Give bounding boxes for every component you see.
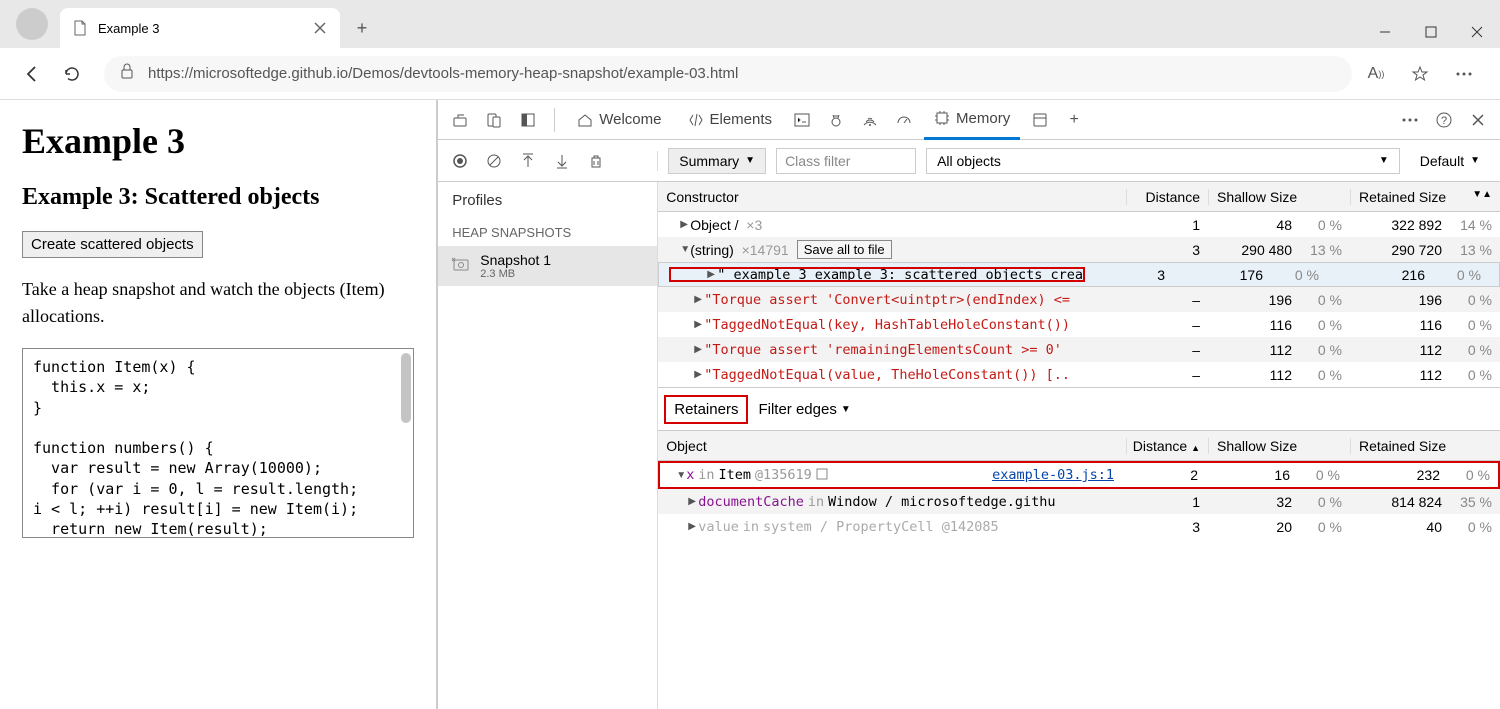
download-icon[interactable] <box>552 151 572 171</box>
browser-tab[interactable]: Example 3 <box>60 8 340 48</box>
col-object[interactable]: Object <box>658 438 1126 454</box>
create-objects-button[interactable]: Create scattered objects <box>22 231 203 258</box>
gc-icon[interactable] <box>586 151 606 171</box>
square-icon <box>816 467 828 483</box>
url-text: https://microsoftedge.github.io/Demos/de… <box>148 65 738 82</box>
sources-icon[interactable] <box>822 106 850 134</box>
back-button[interactable] <box>12 54 52 94</box>
heap-snapshots-label: HEAP SNAPSHOTS <box>438 219 657 246</box>
table-row[interactable]: ▶"Torque assert 'remainingElementsCount … <box>658 337 1500 362</box>
scrollbar-thumb[interactable] <box>401 353 411 423</box>
window-controls <box>1362 16 1500 48</box>
network-icon[interactable] <box>856 106 884 134</box>
favorite-icon[interactable] <box>1408 62 1432 86</box>
retainers-tab[interactable]: Retainers <box>664 395 748 424</box>
help-icon[interactable]: ? <box>1430 106 1458 134</box>
filter-edges[interactable]: Filter edges▼ <box>758 401 850 418</box>
retainers-table-header: Object Distance ▲ Shallow Size Retained … <box>658 431 1500 461</box>
table-row-selected[interactable]: ▶" example 3 example 3: scattered object… <box>658 262 1500 287</box>
memory-toolbar: Summary▼ Class filter All objects▼ Defau… <box>438 140 1500 182</box>
page-content: Example 3 Example 3: Scattered objects C… <box>0 100 437 709</box>
source-link[interactable]: example-03.js:1 <box>992 467 1114 483</box>
close-devtools-icon[interactable] <box>1464 106 1492 134</box>
col-constructor[interactable]: Constructor <box>658 189 1126 205</box>
table-row[interactable]: ▼(string) ×14791Save all to file 3290 48… <box>658 237 1500 262</box>
retainers-bar: Retainers Filter edges▼ <box>658 387 1500 431</box>
record-icon[interactable] <box>450 151 470 171</box>
new-tab-button[interactable]: + <box>346 12 378 44</box>
code-textarea[interactable]: function Item(x) { this.x = x; } functio… <box>22 348 414 538</box>
profiles-sidebar: Profiles HEAP SNAPSHOTS Snapshot 12.3 MB <box>438 182 658 709</box>
svg-text:?: ? <box>1441 115 1447 127</box>
devtools-tabbar: Welcome Elements Memory + ? <box>438 100 1500 140</box>
close-tab-icon[interactable] <box>314 21 328 35</box>
col-retained[interactable]: Retained Size▼▲ <box>1350 189 1500 205</box>
tab-welcome[interactable]: Welcome <box>567 100 671 140</box>
close-window-button[interactable] <box>1454 16 1500 48</box>
profile-avatar[interactable] <box>16 8 48 40</box>
address-bar[interactable]: https://microsoftedge.github.io/Demos/de… <box>104 56 1352 92</box>
tab-memory[interactable]: Memory <box>924 100 1020 140</box>
snapshot-item[interactable]: Snapshot 12.3 MB <box>438 246 657 286</box>
default-select[interactable]: Default▼ <box>1410 149 1490 173</box>
page-h1: Example 3 <box>22 120 414 162</box>
col-ret-distance[interactable]: Distance ▲ <box>1126 438 1208 454</box>
console-icon[interactable] <box>788 106 816 134</box>
save-all-button[interactable]: Save all to file <box>797 240 892 259</box>
snapshot-icon <box>452 255 470 278</box>
browser-titlebar: Example 3 + <box>0 0 1500 48</box>
clear-icon[interactable] <box>484 151 504 171</box>
class-filter-input[interactable]: Class filter <box>776 148 916 174</box>
read-aloud-icon[interactable]: A)) <box>1364 62 1388 86</box>
table-row[interactable]: ▶"TaggedNotEqual(value, TheHoleConstant(… <box>658 362 1500 387</box>
constructor-table-header: Constructor Distance Shallow Size Retain… <box>658 182 1500 212</box>
col-ret-retained[interactable]: Retained Size <box>1350 438 1500 454</box>
address-bar-row: https://microsoftedge.github.io/Demos/de… <box>0 48 1500 100</box>
document-icon <box>72 20 88 36</box>
memory-tables: Constructor Distance Shallow Size Retain… <box>658 182 1500 709</box>
device-icon[interactable] <box>480 106 508 134</box>
maximize-button[interactable] <box>1408 16 1454 48</box>
col-shallow[interactable]: Shallow Size <box>1208 189 1350 205</box>
settings-more-icon[interactable] <box>1396 106 1424 134</box>
table-row[interactable]: ▶Object / ×3 1480 %322 89214 % <box>658 212 1500 237</box>
lock-icon <box>120 63 134 84</box>
devtools-panel: Welcome Elements Memory + ? Summary <box>437 100 1500 709</box>
page-h2: Example 3: Scattered objects <box>22 184 414 211</box>
tab-elements[interactable]: Elements <box>678 100 783 140</box>
objects-filter[interactable]: All objects▼ <box>926 148 1400 174</box>
code-content: function Item(x) { this.x = x; } functio… <box>33 357 403 538</box>
performance-icon[interactable] <box>890 106 918 134</box>
page-paragraph: Take a heap snapshot and watch the objec… <box>22 276 414 330</box>
refresh-button[interactable] <box>52 54 92 94</box>
col-ret-shallow[interactable]: Shallow Size <box>1208 438 1350 454</box>
view-select[interactable]: Summary▼ <box>668 148 766 174</box>
upload-icon[interactable] <box>518 151 538 171</box>
retainer-row[interactable]: ▶value in system / PropertyCell @142085 … <box>658 514 1500 539</box>
more-icon[interactable] <box>1452 62 1476 86</box>
retainer-row-highlighted[interactable]: ▼x in Item @135619 example-03.js:1 2160 … <box>658 461 1500 489</box>
col-distance[interactable]: Distance <box>1126 189 1208 205</box>
add-tab-icon[interactable]: + <box>1060 106 1088 134</box>
table-row[interactable]: ▶"Torque assert 'Convert<uintptr>(endInd… <box>658 287 1500 312</box>
tab-title: Example 3 <box>98 21 314 36</box>
app-icon[interactable] <box>1026 106 1054 134</box>
minimize-button[interactable] <box>1362 16 1408 48</box>
dock-icon[interactable] <box>514 106 542 134</box>
profiles-header: Profiles <box>438 182 657 219</box>
table-row[interactable]: ▶"TaggedNotEqual(key, HashTableHoleConst… <box>658 312 1500 337</box>
retainer-row[interactable]: ▶documentCache in Window / microsoftedge… <box>658 489 1500 514</box>
inspect-icon[interactable] <box>446 106 474 134</box>
